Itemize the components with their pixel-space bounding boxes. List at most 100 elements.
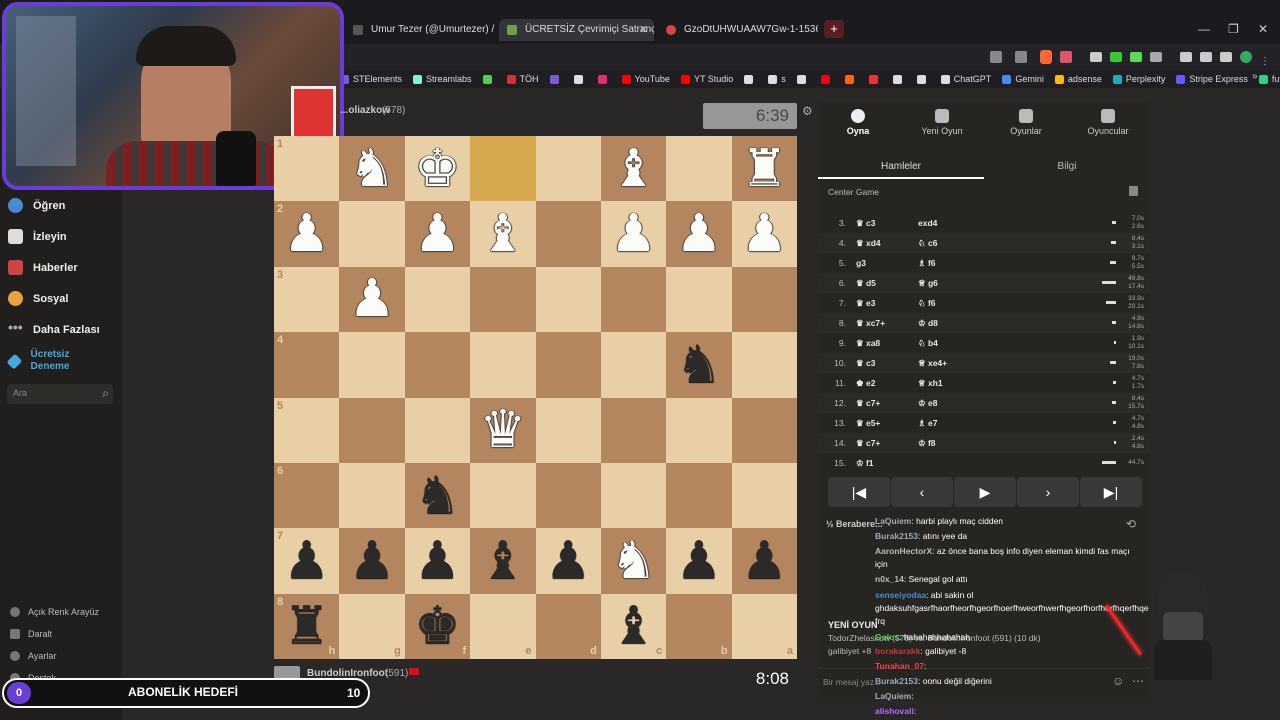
minimize-icon[interactable]: — [1198,22,1210,36]
bookmark-item[interactable] [844,74,858,84]
move-row[interactable]: 5. g3 ♗ f6 9.7s 5.5s [818,253,1150,273]
more-options-icon[interactable]: ⋯ [1132,674,1144,688]
wallet-icon[interactable] [1200,52,1212,62]
board-square[interactable]: ♝ [470,528,536,594]
bookmark-item[interactable] [796,74,810,84]
cast-icon[interactable] [990,51,1002,63]
black-move[interactable]: ♔ f8 [918,438,1038,449]
black-pawn-piece[interactable]: ♟ [545,535,592,587]
extension-icon[interactable] [1110,52,1122,62]
black-rook-piece[interactable]: ♜ [283,600,330,652]
black-move[interactable]: exd4 [918,218,1038,228]
bookmark-item[interactable] [482,74,496,84]
play-button[interactable]: ▶ [954,477,1016,507]
first-move-button[interactable]: |◀ [828,477,890,507]
black-move[interactable]: ♕ g6 [918,278,1038,289]
black-move[interactable]: ♔ e8 [918,398,1038,409]
black-pawn-piece[interactable]: ♟ [349,535,396,587]
share-icon[interactable] [1015,51,1027,63]
black-move[interactable]: ♕ xh1 [918,378,1038,389]
black-pawn-piece[interactable]: ♟ [283,535,330,587]
bookmark-item[interactable] [868,74,882,84]
move-row[interactable]: 13. ♛ e5+ ♗ e7 4.7s 4.8s [818,413,1150,433]
search-box[interactable]: Ara ⌕ [7,384,113,404]
browser-tab-chess[interactable]: ÜCRETSİZ Çevrimiçi Satranç Oyna ✕ [499,19,654,41]
search-input[interactable]: Ara [13,388,27,398]
trash-icon[interactable] [1129,186,1138,196]
vpn-icon[interactable] [1240,51,1252,63]
board-square[interactable]: 4 [274,332,340,398]
settings-link[interactable]: Ayarlar [10,651,56,661]
board-square[interactable]: d [535,593,601,659]
browser-tab-x[interactable]: Umur Tezer (@Umurtezer) / X [345,19,495,41]
move-row[interactable]: 11. ♚ e2 ♕ xh1 4.7s 1.7s [818,373,1150,393]
white-move[interactable]: ♛ c3 [856,358,918,369]
tab-info[interactable]: Bilgi [984,155,1150,179]
board-square[interactable]: e [470,593,536,659]
board-square[interactable]: b [666,593,732,659]
board-square[interactable] [666,136,732,202]
rematch-icon[interactable]: ⟲ [1126,517,1136,531]
bookmark-item[interactable]: futbin [1258,74,1280,84]
board-square[interactable]: 1 [274,136,340,202]
nav-learn[interactable]: Öğren [8,198,65,213]
nav-social[interactable]: Sosyal [8,291,68,306]
board-square[interactable]: 8 h ♜ [274,593,340,659]
bookmark-item[interactable] [549,74,563,84]
tab-players[interactable]: Oyuncular [1068,109,1148,136]
bookmark-item[interactable]: s [768,74,786,84]
move-row[interactable]: 3. ♛ c3 exd4 7.0s 2.6s [818,213,1150,233]
menu-icon[interactable]: ⋮ [1260,56,1270,67]
light-theme-toggle[interactable]: Açık Renk Arayüz [10,607,99,617]
bookmark-item[interactable]: Stripe Express [1176,74,1248,84]
board-square[interactable] [731,462,797,529]
board-square[interactable] [535,397,601,463]
white-knight-piece[interactable]: ♞ [349,143,396,195]
board-square[interactable] [339,397,405,463]
black-move[interactable]: ♔ d8 [918,318,1038,329]
nav-watch[interactable]: İzleyin [8,229,67,244]
sidebar-toggle-icon[interactable] [1180,52,1192,62]
board-square[interactable] [404,266,471,333]
board-square[interactable]: ♟ [731,528,797,594]
board-square[interactable] [731,266,797,333]
white-queen-piece[interactable]: ♛ [480,404,527,456]
collapse-sidebar[interactable]: Daralt [10,629,52,639]
board-square[interactable]: ♟ [666,528,732,594]
rewards-icon[interactable] [1060,51,1072,63]
board-square[interactable] [600,332,667,398]
bookmark-item[interactable]: ChatGPT [940,74,991,84]
board-square[interactable] [470,332,536,398]
black-move[interactable]: ♘ b4 [918,338,1038,349]
board-square[interactable]: ♝ [470,201,536,267]
board-square[interactable]: 7 ♟ [274,528,340,594]
board-square[interactable]: ♞ [666,332,732,398]
black-pawn-piece[interactable]: ♟ [414,535,461,587]
bookmark-item[interactable]: TÖH [506,74,539,84]
next-move-button[interactable]: › [1017,477,1079,507]
board-square[interactable] [535,332,601,398]
bookmark-item[interactable] [820,74,834,84]
search-icon[interactable]: ⌕ [102,386,109,401]
tab-play[interactable]: Oyna [818,109,898,136]
brave-shield-icon[interactable] [1040,50,1052,64]
ai-icon[interactable] [1220,52,1232,62]
bookmark-item[interactable]: adsense [1054,74,1102,84]
close-tab-icon[interactable]: ✕ [639,19,648,41]
board-square[interactable]: ♟ [731,201,797,267]
white-move[interactable]: ♛ d5 [856,278,918,289]
black-knight-piece[interactable]: ♞ [676,339,723,391]
board-square[interactable] [600,462,667,529]
white-bishop-piece[interactable]: ♝ [480,208,527,260]
board-square[interactable] [339,201,405,267]
move-row[interactable]: 6. ♛ d5 ♕ g6 49.8s 17.4s [818,273,1150,293]
move-row[interactable]: 15. ♔ f1 44.7s [818,453,1150,473]
board-square[interactable]: ♟ [339,266,405,333]
board-square[interactable]: ♟ [600,201,667,267]
nav-more[interactable]: ••• Daha Fazlası [8,320,100,337]
board-square[interactable]: ♟ [339,528,405,594]
board-square[interactable] [470,266,536,333]
white-pawn-piece[interactable]: ♟ [283,208,330,260]
move-row[interactable]: 14. ♛ c7+ ♔ f8 2.4s 4.8s [818,433,1150,453]
white-pawn-piece[interactable]: ♟ [741,208,788,260]
